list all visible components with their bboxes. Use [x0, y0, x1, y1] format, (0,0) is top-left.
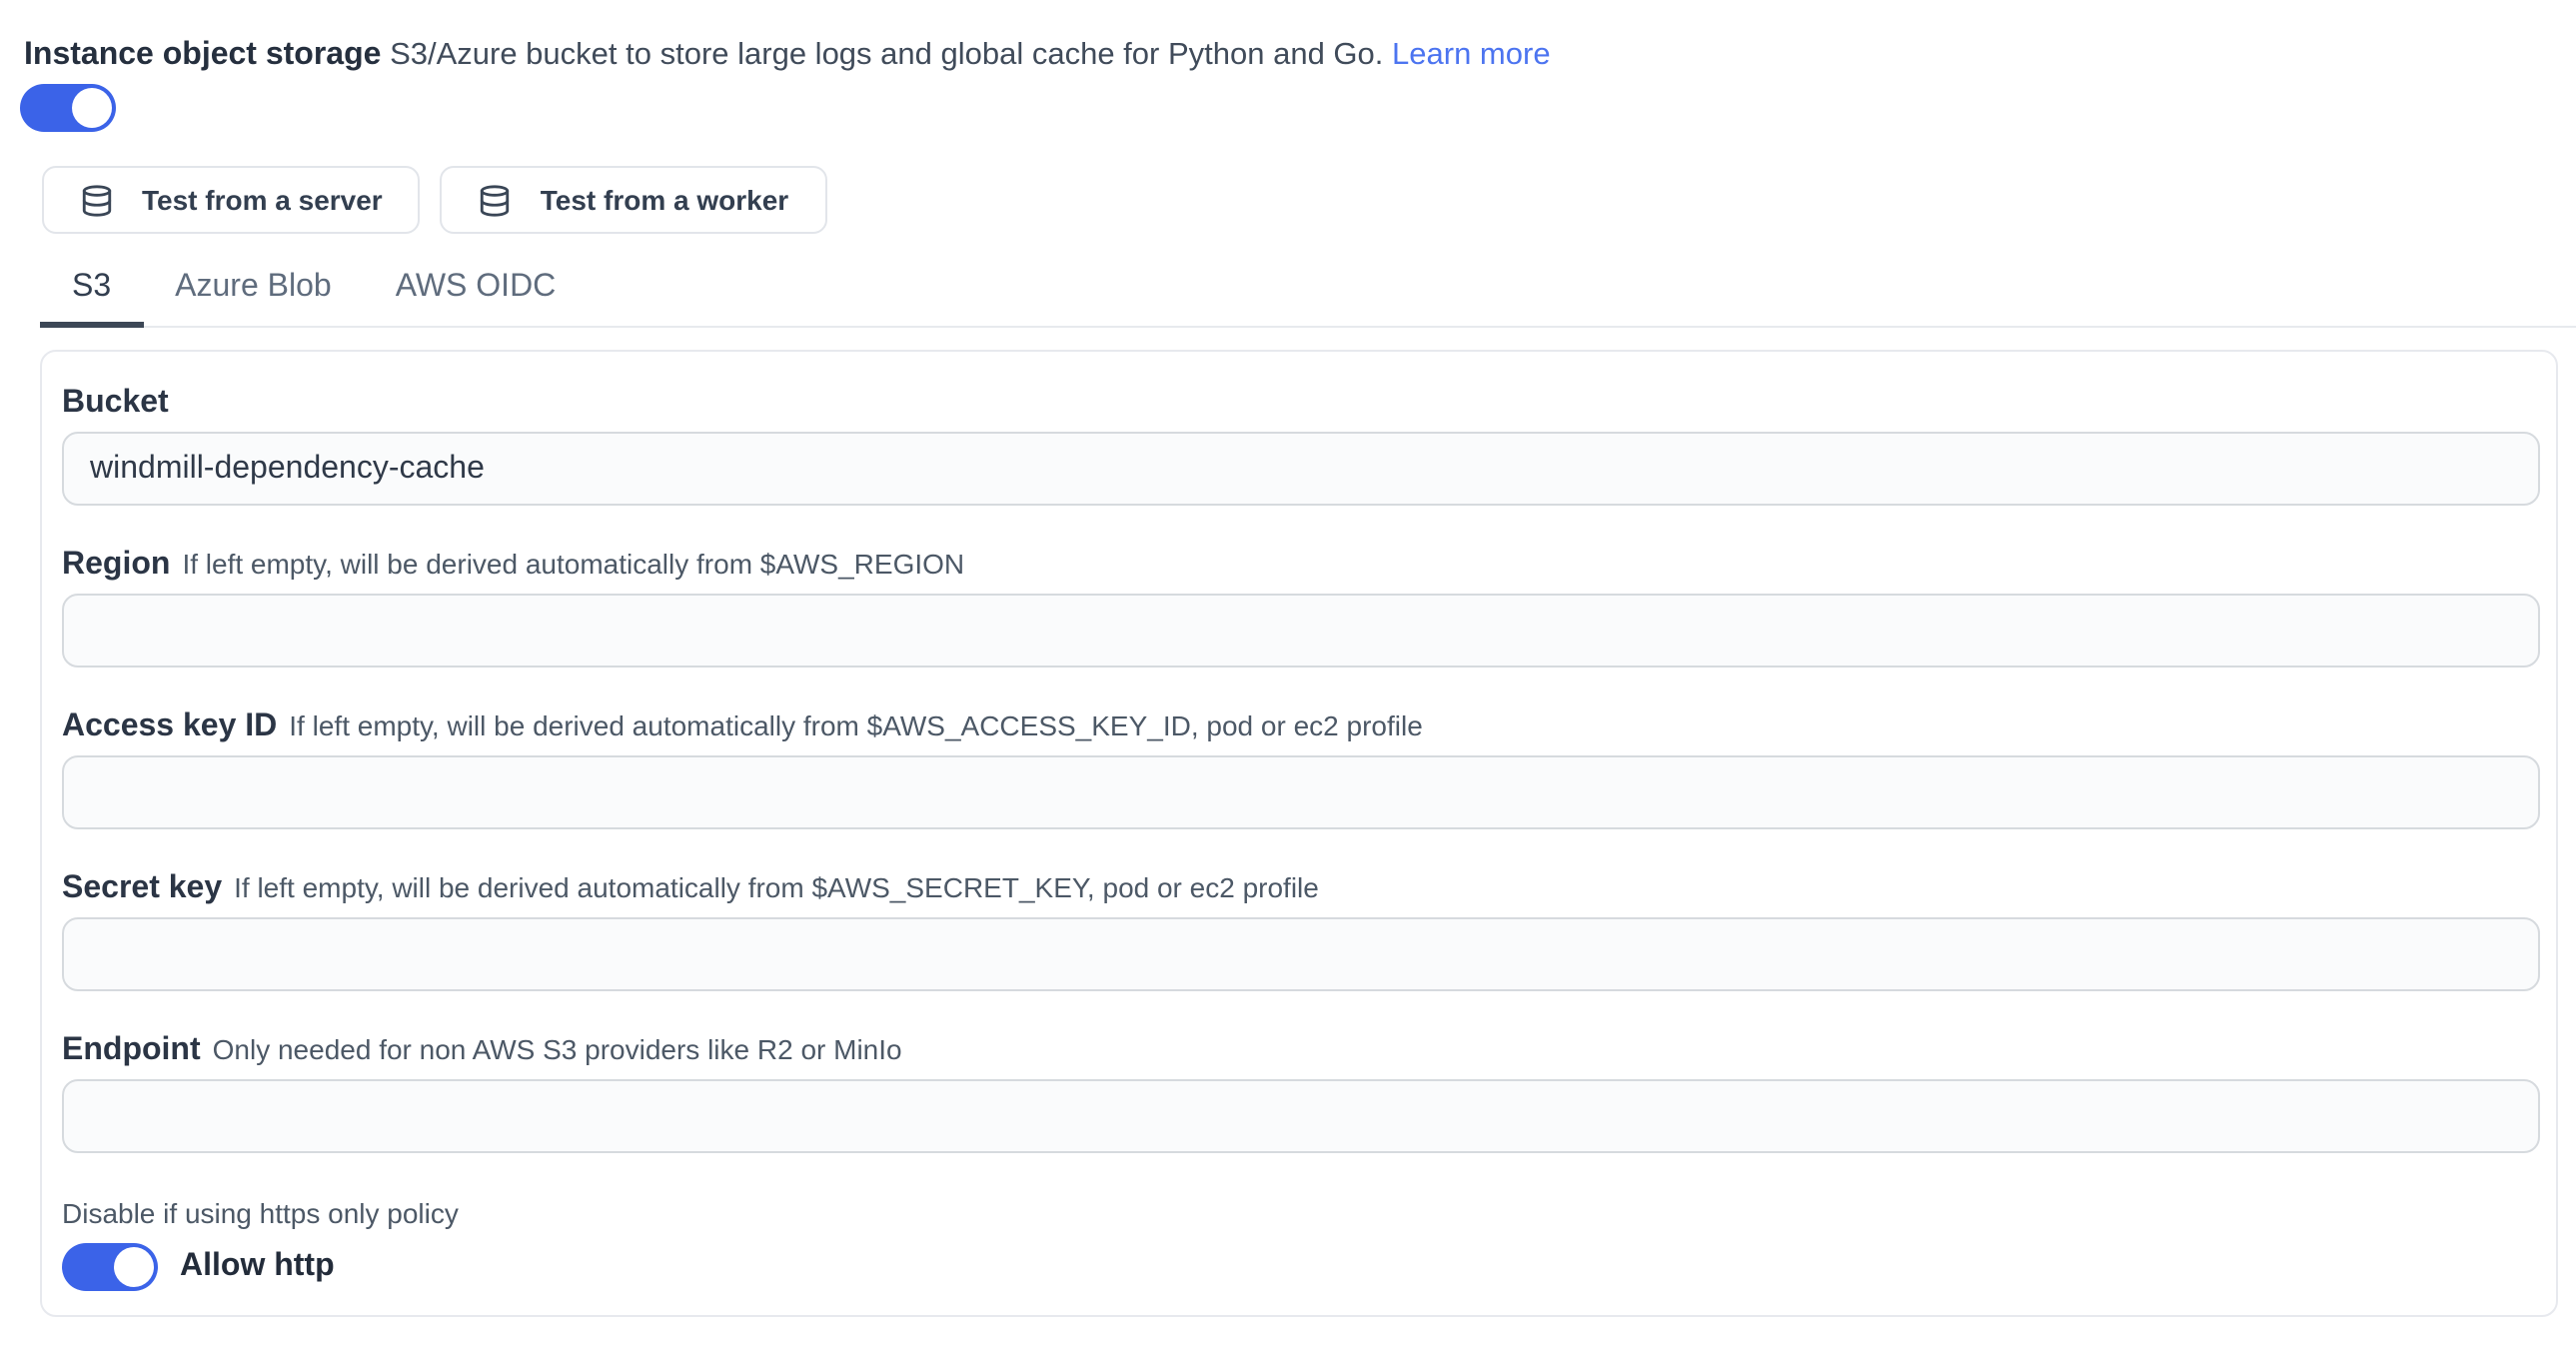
region-label: Region — [62, 546, 170, 584]
tab-s3[interactable]: S3 — [40, 266, 143, 328]
storage-provider-tabs: S3 Azure Blob AWS OIDC — [40, 266, 2576, 328]
page-description: S3/Azure bucket to store large logs and … — [390, 38, 1383, 72]
access-key-id-input[interactable] — [62, 755, 2540, 829]
allow-http-toggle[interactable] — [62, 1243, 158, 1291]
instance-object-storage-header: Instance object storage S3/Azure bucket … — [0, 0, 2576, 76]
endpoint-field: Endpoint Only needed for non AWS S3 prov… — [62, 1031, 2540, 1153]
region-input[interactable] — [62, 594, 2540, 668]
secret-key-field: Secret key If left empty, will be derive… — [62, 869, 2540, 991]
test-button-row: Test from a server Test from a worker — [42, 166, 2576, 234]
secret-key-label: Secret key — [62, 869, 222, 907]
test-from-worker-button[interactable]: Test from a worker — [441, 166, 826, 234]
endpoint-label: Endpoint — [62, 1031, 201, 1069]
test-from-server-label: Test from a server — [142, 184, 383, 216]
endpoint-helper: Only needed for non AWS S3 providers lik… — [213, 1031, 902, 1069]
allow-http-label: Allow http — [180, 1249, 335, 1285]
tab-aws-oidc[interactable]: AWS OIDC — [364, 266, 589, 328]
toggle-knob — [114, 1247, 154, 1287]
bucket-field: Bucket — [62, 384, 2540, 506]
secret-key-input[interactable] — [62, 917, 2540, 991]
test-from-worker-label: Test from a worker — [541, 184, 788, 216]
endpoint-input[interactable] — [62, 1079, 2540, 1153]
region-helper: If left empty, will be derived automatic… — [182, 546, 964, 584]
allow-http-block: Disable if using https only policy Allow… — [62, 1193, 2540, 1291]
toggle-knob — [72, 88, 112, 128]
bucket-label: Bucket — [62, 384, 169, 422]
region-field: Region If left empty, will be derived au… — [62, 546, 2540, 668]
page-title: Instance object storage — [24, 38, 381, 72]
instance-object-storage-toggle[interactable] — [20, 84, 116, 132]
secret-key-helper: If left empty, will be derived automatic… — [234, 869, 1319, 907]
access-key-id-helper: If left empty, will be derived automatic… — [289, 707, 1423, 745]
database-icon — [80, 183, 114, 217]
bucket-input[interactable] — [62, 432, 2540, 506]
allow-http-note: Disable if using https only policy — [62, 1193, 2540, 1233]
s3-settings-panel: Bucket Region If left empty, will be der… — [40, 350, 2558, 1317]
settings-page: Instance object storage S3/Azure bucket … — [0, 0, 2576, 1353]
tab-azure-blob[interactable]: Azure Blob — [143, 266, 364, 328]
learn-more-link[interactable]: Learn more — [1392, 38, 1551, 72]
database-icon — [479, 183, 513, 217]
access-key-id-label: Access key ID — [62, 707, 277, 745]
access-key-id-field: Access key ID If left empty, will be der… — [62, 707, 2540, 829]
test-from-server-button[interactable]: Test from a server — [42, 166, 421, 234]
